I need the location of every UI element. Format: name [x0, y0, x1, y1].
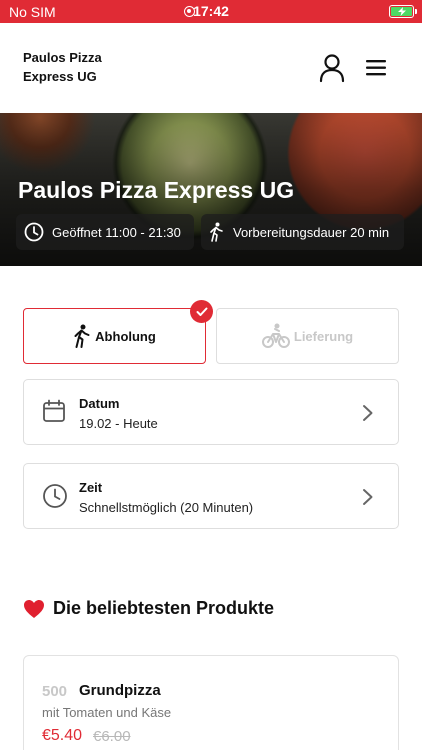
product-name: Grundpizza — [79, 682, 161, 699]
app-header: Paulos Pizza Express UG — [0, 23, 422, 113]
popular-products-title: Die beliebtesten Produkte — [53, 598, 275, 618]
date-value: 19.02 - Heute — [79, 416, 158, 431]
menu-icon[interactable] — [364, 57, 390, 79]
opening-hours-text: Geöffnet 11:00 - 21:30 — [52, 224, 181, 240]
product-old-price: €6.00 — [93, 728, 131, 745]
pickup-label: Abholung — [95, 328, 156, 344]
clock-icon — [43, 484, 67, 508]
date-label: Datum — [79, 396, 120, 411]
status-bar: No SIM 17:42 — [0, 0, 422, 23]
product-number: 500 — [42, 683, 68, 700]
clock-icon — [24, 222, 44, 242]
pickup-option[interactable]: Abholung — [23, 308, 206, 364]
chevron-right-icon — [363, 405, 373, 421]
popular-products-heading: Die beliebtesten Produkte — [23, 598, 274, 619]
user-icon[interactable] — [318, 53, 346, 83]
clock: 17:42 — [193, 3, 229, 19]
prep-time-chip: Vorbereitungsdauer 20 min — [201, 214, 404, 250]
walking-icon — [74, 324, 90, 348]
date-selector[interactable]: Datum 19.02 - Heute — [23, 379, 399, 445]
time-value: Schnellstmöglich (20 Minuten) — [79, 500, 254, 515]
delivery-option[interactable]: Lieferung — [216, 308, 399, 364]
bicycle-icon — [261, 323, 290, 348]
delivery-label: Lieferung — [293, 328, 354, 344]
restaurant-name: Paulos Pizza Express UG — [23, 50, 102, 84]
prep-time-text: Vorbereitungsdauer 20 min — [233, 224, 390, 240]
product-card[interactable]: 500 Grundpizza mit Tomaten und Käse €5.4… — [23, 655, 399, 750]
time-selector[interactable]: Zeit Schnellstmöglich (20 Minuten) — [23, 463, 399, 529]
product-price: €5.40 — [42, 727, 83, 744]
heart-icon — [24, 599, 44, 618]
product-description: mit Tomaten und Käse — [42, 705, 172, 720]
opening-hours-chip: Geöffnet 11:00 - 21:30 — [16, 214, 194, 250]
hero-title: Paulos Pizza Express UG — [18, 177, 295, 203]
chevron-right-icon — [363, 489, 373, 505]
walking-icon — [210, 222, 223, 242]
battery-icon — [389, 5, 417, 18]
calendar-icon — [43, 399, 65, 422]
time-label: Zeit — [79, 480, 103, 495]
selected-check-icon — [190, 300, 213, 323]
hero-banner: Paulos Pizza Express UG Geöffnet 11:00 -… — [0, 113, 422, 266]
